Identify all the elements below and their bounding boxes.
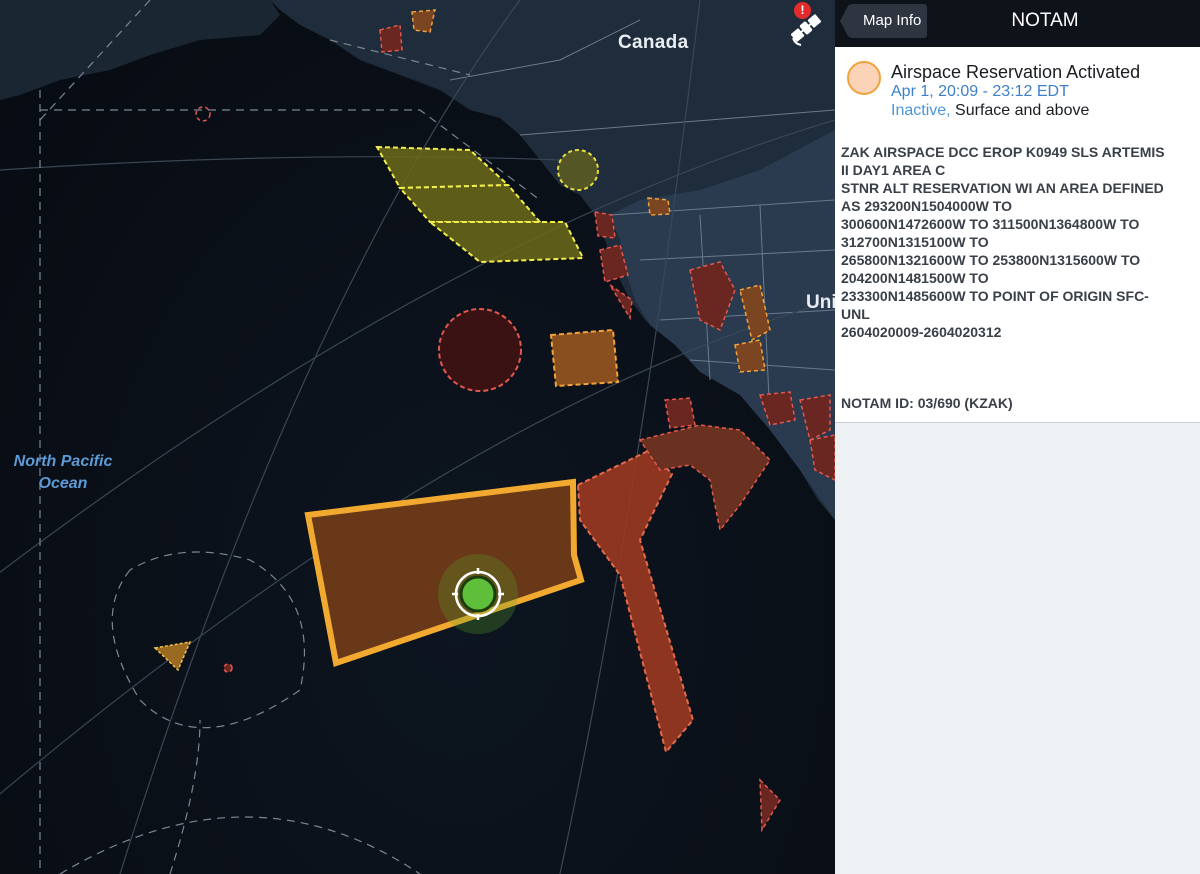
airspace-yellow-group[interactable] <box>375 145 599 264</box>
notam-text-line: AS 293200N1504000W TO <box>841 198 1012 214</box>
notam-text-line: ZAK AIRSPACE DCC EROP K0949 SLS ARTEMIS <box>841 144 1165 160</box>
airspace-yellow-3[interactable] <box>427 221 585 264</box>
map-view[interactable]: Canada Uni North Pacific Ocean ! <box>0 0 835 874</box>
notam-text-line: UNL <box>841 306 870 322</box>
notam-status-line: Inactive, Surface and above <box>891 102 1089 120</box>
panel-header: Map Info NOTAM <box>835 0 1200 47</box>
notam-panel: Map Info NOTAM Airspace Reservation Acti… <box>835 0 1200 874</box>
airspace-yellow-1[interactable] <box>375 145 511 190</box>
notam-status: Inactive, <box>891 102 951 119</box>
satellite-layer-button[interactable]: ! <box>784 2 828 48</box>
airspace-yellow-2[interactable] <box>397 183 543 223</box>
ocean-label-line1: North Pacific <box>13 453 113 470</box>
airspace-color-swatch <box>847 61 881 95</box>
notam-text-line: STNR ALT RESERVATION WI AN AREA DEFINED <box>841 180 1164 196</box>
panel-title: NOTAM <box>1011 10 1079 31</box>
notam-card[interactable]: Airspace Reservation Activated Apr 1, 20… <box>835 47 1200 423</box>
notam-text-line: 300600N1472600W TO 311500N1364800W TO <box>841 216 1140 232</box>
notam-text-line: 233300N1485600W TO POINT OF ORIGIN SFC- <box>841 288 1149 304</box>
airspace-yellow-circle[interactable] <box>557 149 599 191</box>
alert-badge-icon: ! <box>794 2 811 19</box>
notam-text-line: 312700N1315100W TO <box>841 234 989 250</box>
fir-boundaries <box>39 0 541 874</box>
notam-id: NOTAM ID: 03/690 (KZAK) <box>841 395 1013 411</box>
map-label-north-pacific-ocean: North Pacific Ocean <box>8 451 118 495</box>
notam-altitude: Surface and above <box>950 102 1090 119</box>
ocean-label-line2: Ocean <box>38 475 88 492</box>
airspace-orange-square[interactable] <box>549 328 620 388</box>
map-info-back-button[interactable]: Map Info <box>839 4 928 38</box>
map-label-united-states: Uni <box>806 292 835 313</box>
notam-text-line: 204200N1481500W TO <box>841 270 989 286</box>
crosshair-target-icon[interactable] <box>438 554 518 634</box>
airspace-red-circle[interactable] <box>438 308 522 392</box>
map-label-canada: Canada <box>618 32 689 53</box>
notam-time-range: Apr 1, 20:09 - 23:12 EDT <box>891 83 1069 100</box>
notam-text-line: II DAY1 AREA C <box>841 162 946 178</box>
notam-text: ZAK AIRSPACE DCC EROP K0949 SLS ARTEMIS … <box>841 143 1186 341</box>
airspace-red-corridor[interactable] <box>576 448 695 755</box>
land-alaska <box>0 0 280 100</box>
notam-text-line: 2604020009-2604020312 <box>841 324 1002 340</box>
notam-text-line: 265800N1321600W TO 253800N1315600W TO <box>841 252 1141 268</box>
map-canvas[interactable] <box>0 0 835 874</box>
notam-heading: Airspace Reservation Activated <box>891 62 1141 82</box>
